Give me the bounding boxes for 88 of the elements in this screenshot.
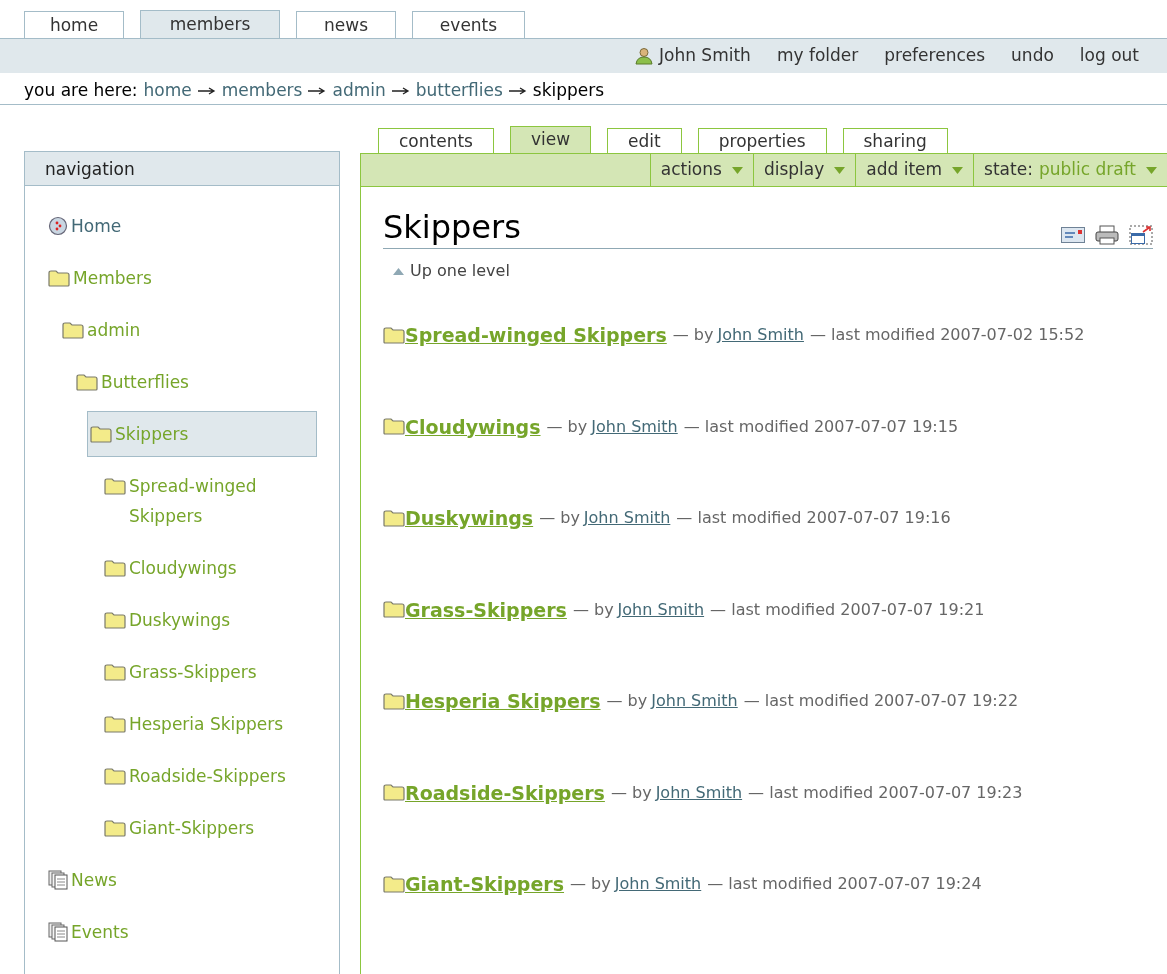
modified-date: — last modified 2007-07-07 19:22 — [743, 690, 1019, 713]
menu-dropdown[interactable]: actions — [649, 154, 753, 186]
folder-icon — [104, 559, 126, 577]
menu-dropdown[interactable]: add item — [855, 154, 974, 186]
author-link[interactable]: John Smith — [614, 872, 702, 897]
folder-icon — [104, 819, 126, 837]
content-tab[interactable]: edit — [607, 128, 682, 153]
folder-icon — [62, 321, 84, 339]
user-link[interactable]: John Smith — [635, 43, 751, 69]
personal-link[interactable]: undo — [1011, 43, 1054, 69]
breadcrumb-link[interactable]: skippers — [532, 77, 605, 104]
author-link[interactable]: John Smith — [591, 414, 678, 439]
caret-icon — [952, 166, 964, 174]
stacked-pages-icon — [48, 870, 68, 890]
by-label: — by — [539, 507, 580, 530]
breadcrumb-label: you are here: — [24, 78, 138, 102]
folder-icon — [76, 373, 98, 391]
by-label: — by — [672, 324, 714, 347]
globe-icon — [48, 216, 68, 236]
caret-icon — [731, 166, 743, 174]
folder-icon — [383, 326, 405, 344]
author-link[interactable]: John Smith — [617, 597, 705, 622]
folder-icon — [104, 663, 126, 681]
nav-item[interactable]: Home — [45, 203, 275, 249]
person-icon — [635, 47, 653, 65]
content-tab[interactable]: view — [509, 126, 592, 153]
by-label: — by — [606, 690, 648, 713]
portal-tab[interactable]: home — [24, 11, 124, 38]
page-title: Skippers — [383, 207, 521, 247]
portal-tab[interactable]: members — [140, 10, 280, 38]
personal-link[interactable]: my folder — [776, 43, 859, 69]
folder-icon — [48, 269, 70, 287]
caret-icon — [1146, 166, 1157, 174]
by-label: — by — [546, 415, 588, 438]
arrow-icon — [308, 86, 327, 95]
menu-dropdown[interactable]: state: public draft — [973, 154, 1167, 186]
caret-icon — [834, 166, 846, 174]
modified-date: — last modified 2007-07-07 19:23 — [748, 781, 1023, 804]
folder-icon — [383, 509, 405, 527]
by-label: — by — [610, 781, 652, 804]
breadcrumb-link[interactable]: members — [221, 77, 303, 104]
by-label: — by — [570, 873, 611, 896]
folder-icon — [104, 715, 126, 733]
menu-dropdown[interactable]: display — [752, 154, 856, 186]
folder-icon — [383, 692, 405, 710]
author-link[interactable]: John Smith — [583, 506, 671, 531]
printer-icon[interactable] — [1095, 225, 1119, 245]
modified-date: — last modified 2007-07-07 19:15 — [683, 415, 959, 438]
modified-date: — last modified 2007-07-02 15:52 — [809, 324, 1085, 347]
content-tab[interactable]: sharing — [842, 128, 948, 153]
content-tab[interactable]: contents — [378, 128, 494, 153]
menu-label: state: — [984, 158, 1033, 182]
arrow-icon — [391, 86, 410, 95]
folder-icon — [104, 611, 126, 629]
arrow-icon — [197, 86, 216, 95]
breadcrumb-link[interactable]: home — [143, 77, 192, 104]
portlet-header: navigation — [25, 152, 339, 186]
up-triangle-icon — [393, 267, 404, 275]
portal-tab[interactable]: news — [296, 11, 396, 38]
folder-icon — [383, 784, 405, 802]
breadcrumb-link[interactable]: butterflies — [415, 77, 503, 104]
folder-icon — [104, 477, 126, 495]
author-link[interactable]: John Smith — [717, 323, 804, 348]
full-screen-icon[interactable] — [1129, 225, 1153, 245]
by-label: — by — [572, 598, 614, 621]
arrow-icon — [508, 86, 527, 95]
folder-icon — [383, 601, 405, 619]
personal-link[interactable]: log out — [1079, 43, 1139, 69]
personal-link[interactable]: preferences — [884, 43, 986, 69]
breadcrumb-link[interactable]: admin — [332, 77, 386, 104]
folder-icon — [90, 425, 112, 443]
portal-tab[interactable]: events — [412, 11, 525, 38]
stacked-pages-icon — [48, 922, 68, 942]
menu-label: actions — [660, 158, 722, 182]
menu-label: add item — [866, 158, 943, 182]
modified-date: — last modified 2007-07-07 19:21 — [710, 598, 985, 621]
folder-icon — [104, 767, 126, 785]
content-tab[interactable]: properties — [697, 128, 827, 153]
modified-date: — last modified 2007-07-07 19:24 — [707, 873, 982, 896]
folder-icon — [383, 875, 405, 893]
folder-icon — [383, 418, 405, 436]
author-link[interactable]: John Smith — [655, 780, 743, 805]
state-value: public draft — [1038, 158, 1136, 182]
up-one-level-link[interactable]: Up one level — [393, 259, 510, 283]
menu-label: display — [763, 158, 825, 182]
author-link[interactable]: John Smith — [651, 689, 738, 714]
envelope-icon[interactable] — [1061, 227, 1085, 243]
modified-date: — last modified 2007-07-07 19:16 — [676, 507, 951, 530]
